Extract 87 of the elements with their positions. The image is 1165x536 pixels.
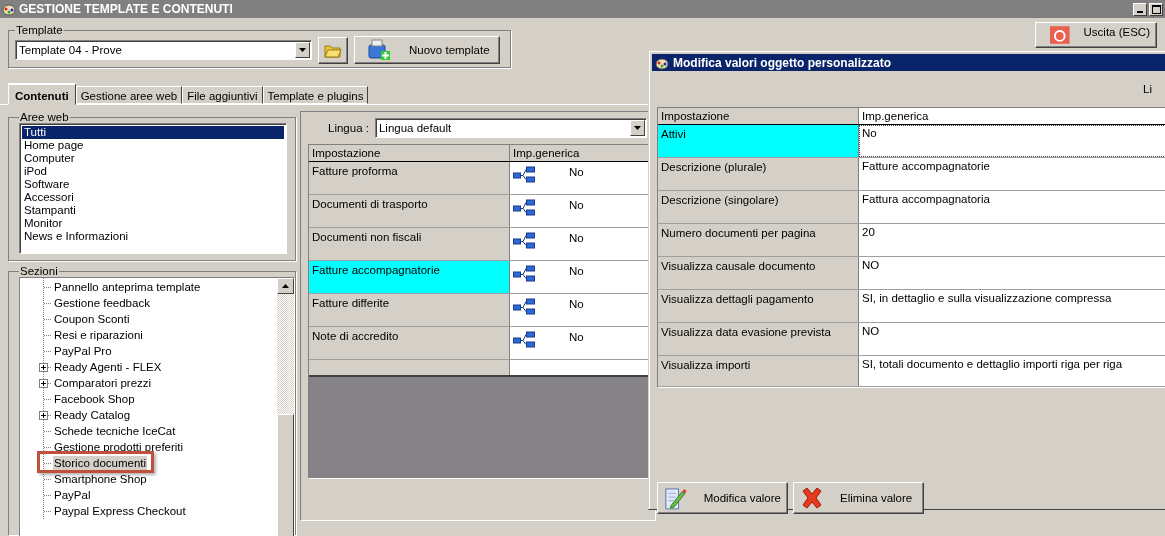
list-item[interactable]: Computer: [22, 152, 284, 165]
column-header: Impostazione: [309, 145, 510, 161]
table-cell[interactable]: No: [859, 125, 1165, 157]
maximize-button[interactable]: [1149, 2, 1163, 16]
table-cell[interactable]: Fatture differite: [309, 294, 510, 326]
tree-item[interactable]: Pannello anteprima template: [53, 279, 202, 295]
scrollbar[interactable]: [277, 278, 294, 536]
table-cell[interactable]: Documenti non fiscali: [309, 228, 510, 260]
template-dropdown[interactable]: Template 04 - Prove: [15, 40, 312, 60]
table-cell: No: [569, 298, 584, 310]
table-cell[interactable]: Descrizione (plurale): [658, 158, 859, 190]
hierarchy-icon: [513, 298, 535, 316]
caret-icon: [633, 126, 641, 130]
list-item[interactable]: Stampanti: [22, 204, 284, 217]
table-cell[interactable]: Fatture accompagnatorie: [309, 261, 510, 293]
list-item[interactable]: Accessori: [22, 191, 284, 204]
tree-item[interactable]: Schede tecniche IceCat: [53, 423, 177, 439]
edit-value-button[interactable]: Modifica valore: [657, 482, 788, 514]
table-cell[interactable]: Visualizza data evasione prevista: [658, 323, 859, 355]
palette-icon: [654, 55, 670, 70]
tree-item[interactable]: PayPal: [53, 487, 92, 503]
table-cell: No: [569, 265, 584, 277]
table-cell[interactable]: Fatture proforma: [309, 162, 510, 194]
table-cell[interactable]: Visualizza dettagli pagamento: [658, 290, 859, 322]
dialog-title: Modifica valori oggetto personalizzato: [673, 55, 892, 70]
group-label: Sezioni: [19, 265, 59, 277]
window-title: GESTIONE TEMPLATE E CONTENUTI: [19, 2, 233, 16]
expand-icon[interactable]: [39, 363, 48, 372]
language-dropdown[interactable]: Lingua default: [374, 118, 647, 138]
tree-item[interactable]: Resi e riparazioni: [53, 327, 144, 343]
up-arrow-icon: [282, 284, 289, 288]
expand-icon[interactable]: [39, 379, 48, 388]
tree-item[interactable]: Smartphone Shop: [53, 471, 148, 487]
hierarchy-icon: [513, 199, 535, 217]
column-header: Impostazione: [658, 108, 859, 124]
language-label: Lingua :: [328, 122, 369, 134]
tree-item[interactable]: Gestione prodotti preferiti: [53, 439, 185, 455]
table-cell[interactable]: Attivi: [658, 125, 859, 157]
tree-item[interactable]: Facebook Shop: [53, 391, 136, 407]
tree-item[interactable]: Ready Catalog: [53, 407, 132, 423]
palette-icon: [2, 2, 16, 16]
tab[interactable]: Gestione aree web: [75, 86, 183, 104]
maximize-icon: [1151, 4, 1161, 14]
list-item[interactable]: Software: [22, 178, 284, 191]
table-cell: No: [569, 232, 584, 244]
table-cell[interactable]: Documenti di trasporto: [309, 195, 510, 227]
table-cell: No: [569, 331, 584, 343]
minimize-button[interactable]: [1133, 2, 1147, 16]
list-item[interactable]: Monitor: [22, 217, 284, 230]
tree-item[interactable]: Storico documenti: [53, 455, 148, 471]
folder-icon: [324, 42, 342, 58]
group-label: Aree web: [19, 111, 70, 123]
hierarchy-icon: [513, 232, 535, 250]
list-item[interactable]: News e Informazioni: [22, 230, 284, 243]
group-label: Template: [15, 24, 64, 36]
new-template-button[interactable]: Nuovo template: [354, 36, 500, 64]
delete-value-button[interactable]: Elimina valore: [793, 482, 924, 514]
table-cell[interactable]: Note di accredito: [309, 327, 510, 359]
caret-icon: [299, 48, 306, 52]
hierarchy-icon: [513, 166, 535, 184]
tree-item[interactable]: PayPal Pro: [53, 343, 113, 359]
tree-item[interactable]: Comparatori prezzi: [53, 375, 153, 391]
folder-button[interactable]: [318, 36, 348, 64]
delete-icon: [800, 486, 824, 510]
tree-item[interactable]: Coupon Sconti: [53, 311, 131, 327]
hierarchy-icon: [513, 265, 535, 283]
exit-button[interactable]: Uscita (ESC): [1035, 22, 1157, 48]
list-item[interactable]: Home page: [22, 139, 284, 152]
tree-item[interactable]: Gestione feedback: [53, 295, 151, 311]
power-icon: [1050, 26, 1070, 44]
table-cell[interactable]: Visualizza importi: [658, 356, 859, 386]
box-plus-icon: [367, 39, 391, 61]
table-cell[interactable]: Numero documenti per pagina: [658, 224, 859, 256]
expand-icon[interactable]: [39, 411, 48, 420]
table-cell: No: [569, 166, 584, 178]
table-cell: No: [569, 199, 584, 211]
hierarchy-icon: [513, 331, 535, 349]
tab[interactable]: File aggiuntivi: [182, 86, 263, 104]
tab[interactable]: Template e plugins: [262, 86, 369, 104]
table-cell[interactable]: Descrizione (singolare): [658, 191, 859, 223]
table-cell[interactable]: Visualizza causale documento: [658, 257, 859, 289]
list-item[interactable]: iPod: [22, 165, 284, 178]
tree-item[interactable]: Paypal Express Checkout: [53, 503, 187, 519]
tree-item[interactable]: Ready Agenti - FLEX: [53, 359, 163, 375]
language-label: Li: [1143, 83, 1152, 95]
list-item[interactable]: Tutti: [22, 126, 284, 139]
tab[interactable]: Contenuti: [8, 83, 76, 105]
